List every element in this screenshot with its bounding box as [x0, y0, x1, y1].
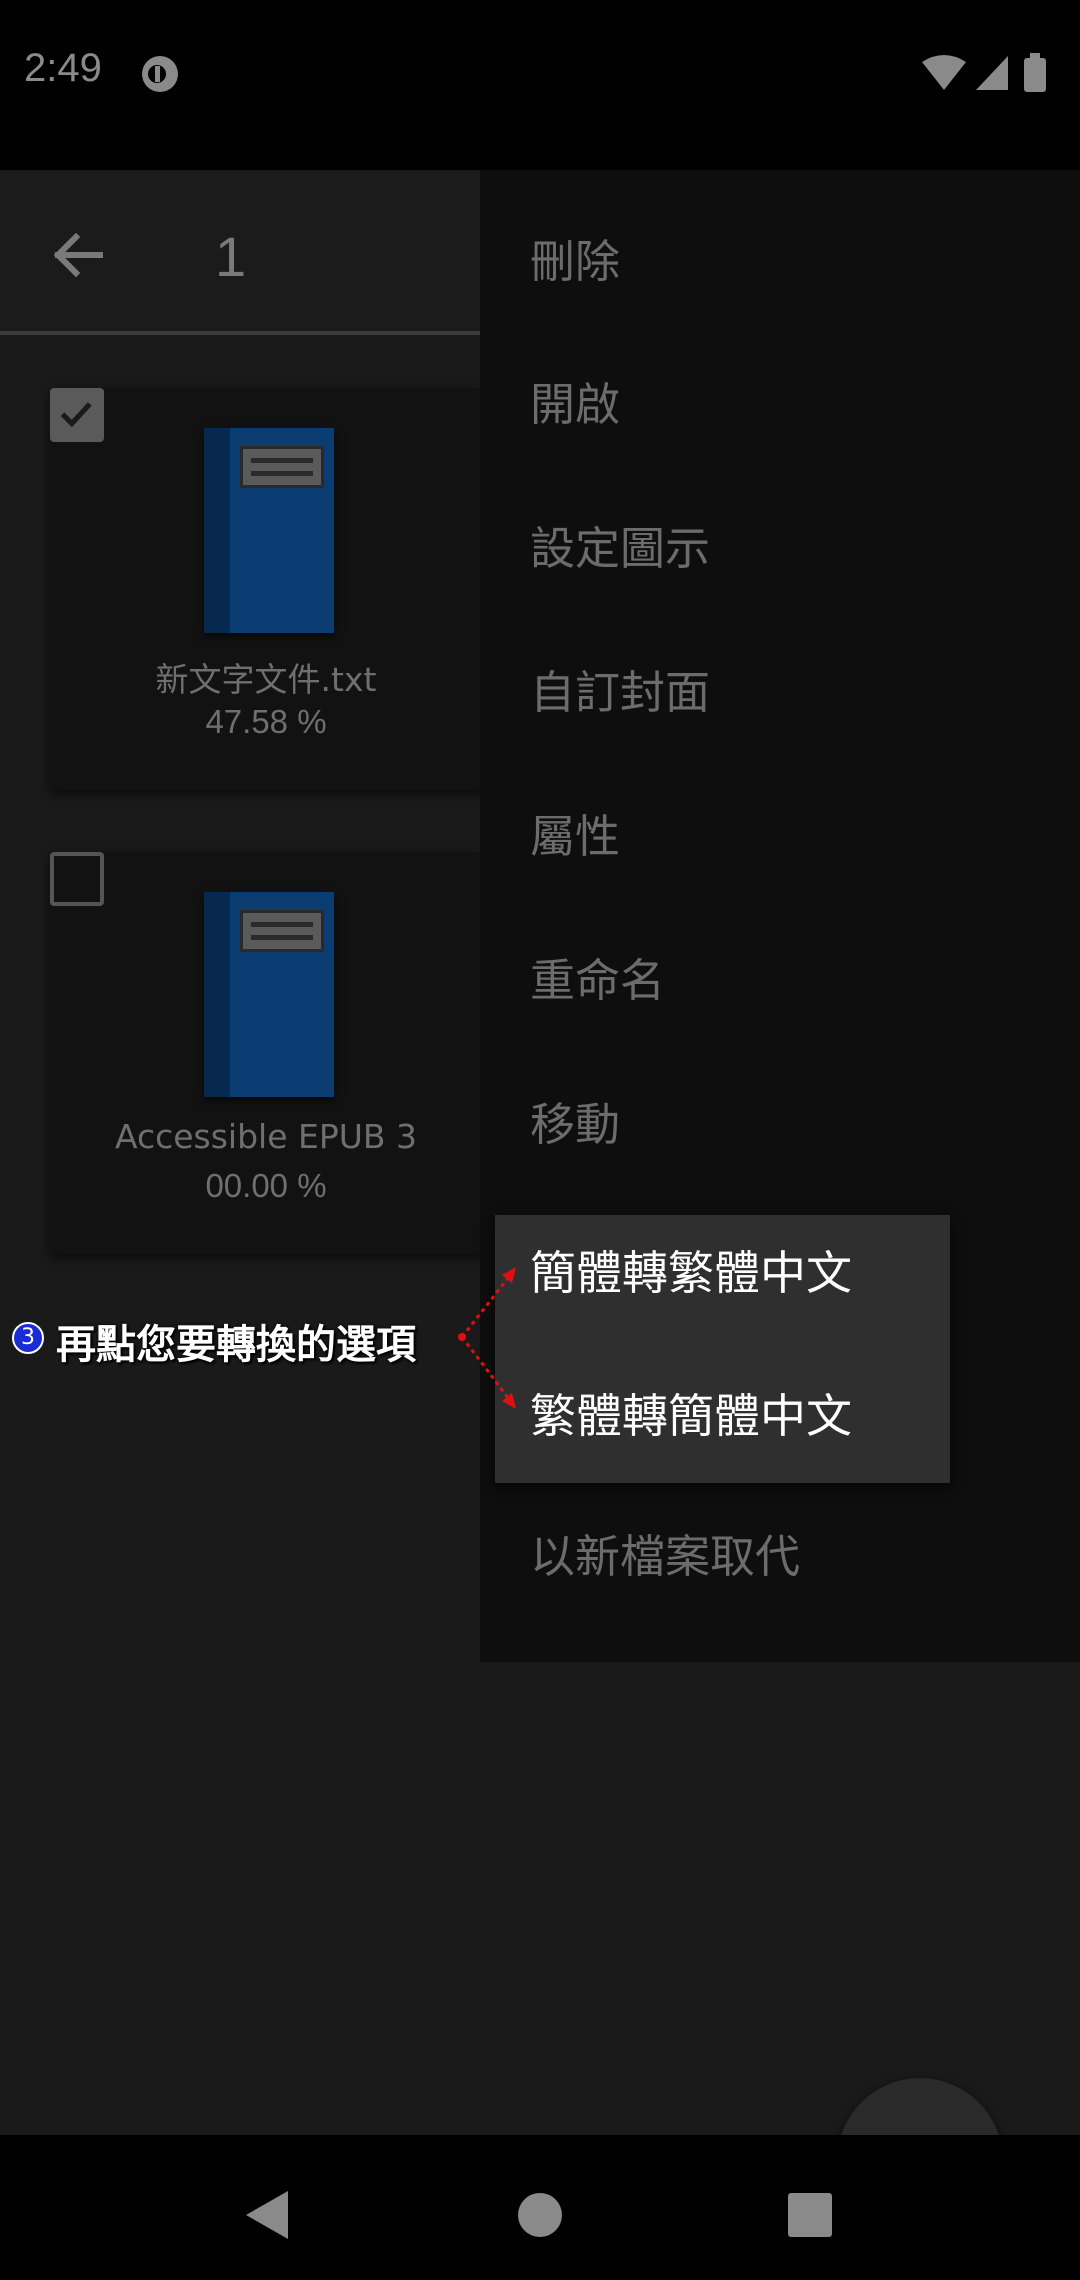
menu-item-move[interactable]: 移動 — [530, 1088, 620, 1153]
step-number-badge: 3 — [12, 1322, 44, 1354]
selection-count: 1 — [215, 225, 247, 288]
cell-signal-icon — [976, 56, 1008, 90]
book-card[interactable]: Accessible EPUB 3 00.00 % — [50, 852, 482, 1254]
nav-recents-icon[interactable] — [780, 2185, 840, 2245]
book-progress: 47.58 % — [205, 703, 327, 740]
book-card[interactable]: 新文字文件.txt 47.58 % — [50, 388, 482, 790]
annotation-text: 再點您要轉換的選項 — [56, 1321, 416, 1368]
menu-item-set-icon[interactable]: 設定圖示 — [530, 512, 710, 577]
battery-icon — [1024, 58, 1046, 92]
book-checkbox[interactable] — [50, 852, 104, 906]
status-icons — [922, 53, 1046, 92]
status-time: 2:49 — [24, 46, 102, 90]
status-bar: 2:49 — [0, 0, 1080, 170]
book-title: 新文字文件.txt — [155, 660, 377, 699]
menu-item-replace-with-new-file[interactable]: 以新檔案取代 — [530, 1520, 800, 1585]
app-notification-icon — [142, 56, 178, 92]
menu-item-properties[interactable]: 屬性 — [530, 800, 620, 865]
nav-back-icon[interactable] — [238, 2185, 298, 2245]
book-cover-icon — [204, 892, 334, 1097]
back-arrow-icon[interactable] — [38, 215, 118, 295]
menu-item-open[interactable]: 開啟 — [530, 368, 620, 433]
menu-item-delete[interactable]: 刪除 — [530, 225, 620, 290]
navigation-bar — [0, 2135, 1080, 2280]
conversion-submenu: 簡體轉繁體中文 繁體轉簡體中文 — [495, 1215, 950, 1483]
book-progress: 00.00 % — [205, 1167, 327, 1204]
nav-home-icon[interactable] — [510, 2185, 570, 2245]
menu-item-traditional-to-simplified[interactable]: 繁體轉簡體中文 — [530, 1380, 852, 1446]
book-title: Accessible EPUB 3 — [114, 1117, 418, 1156]
checkmark-icon — [60, 402, 92, 428]
menu-item-rename[interactable]: 重命名 — [530, 944, 665, 1009]
book-checkbox[interactable] — [50, 388, 104, 442]
menu-item-custom-cover[interactable]: 自訂封面 — [530, 656, 710, 721]
annotation-arrows-icon — [458, 1267, 516, 1409]
menu-item-simplified-to-traditional[interactable]: 簡體轉繁體中文 — [530, 1237, 852, 1303]
wifi-icon — [922, 55, 966, 90]
book-cover-icon — [204, 428, 334, 633]
